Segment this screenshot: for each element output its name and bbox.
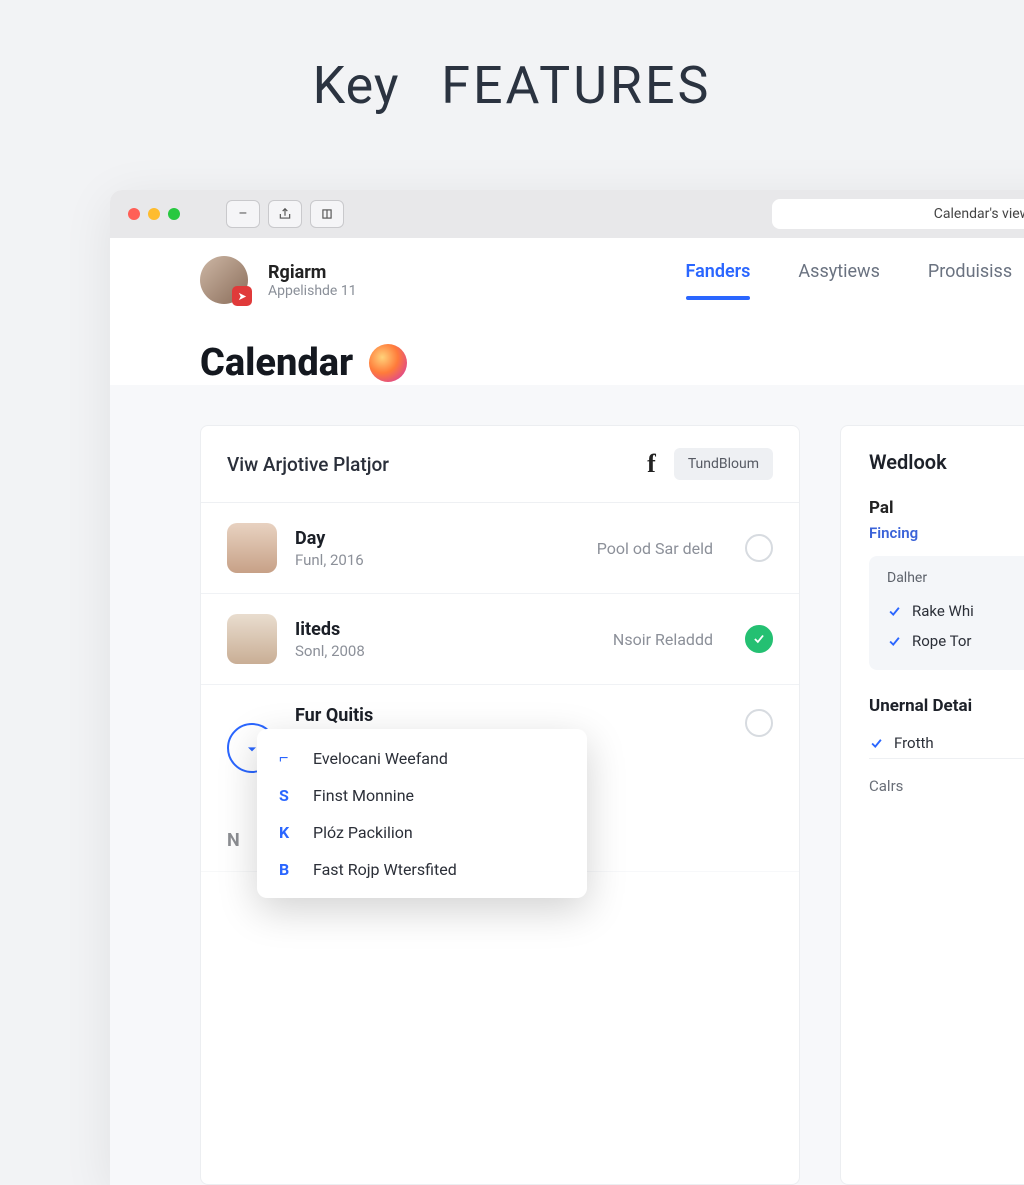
dropdown-label: Finst Monnine (313, 786, 414, 805)
row-checkbox[interactable] (745, 709, 773, 737)
chrome-share-button[interactable] (268, 200, 302, 228)
row-title: Fur Quitis (295, 705, 727, 726)
side-check-item[interactable]: Rake Whi (887, 596, 1024, 626)
content-area: Viw Arjotive Platjor f TundBloum Day Fun… (110, 385, 1024, 1185)
facebook-icon[interactable]: f (647, 449, 656, 479)
app-topbar: Rgiarm Appelishde 11 Fanders Assytiews P… (110, 238, 1024, 305)
address-text: Calendar's view (934, 206, 1024, 222)
window-chrome: – Calendar's view (110, 190, 1024, 238)
chrome-collapse-button[interactable]: – (226, 200, 260, 228)
zoom-dot[interactable] (168, 208, 180, 220)
main-card-chip[interactable]: TundBloum (674, 448, 773, 480)
dropdown-item[interactable]: ⌐ Evelocani Weefand (257, 739, 587, 777)
row-subtitle: Sonl, 2008 (295, 642, 595, 660)
user-avatar[interactable] (200, 256, 248, 304)
chrome-tabs-button[interactable] (310, 200, 344, 228)
row-checkbox-checked[interactable] (745, 625, 773, 653)
tab-fanders[interactable]: Fanders (686, 261, 751, 300)
tab-produisiss[interactable]: Produisiss (928, 261, 1012, 300)
nav-tabs: Fanders Assytiews Produisiss Ihen tsir'A… (686, 261, 1024, 300)
row-title: Day (295, 528, 579, 549)
address-bar[interactable]: Calendar's view (772, 199, 1024, 229)
dropdown-popover: ⌐ Evelocani Weefand S Finst Monnine K Pl… (257, 729, 587, 898)
side-title: Wedlook (869, 450, 1024, 474)
page-title: Calendar (200, 341, 353, 385)
hero-features: FEATURES (441, 55, 711, 116)
row-title: Iiteds (295, 619, 595, 640)
avatar-badge-icon (232, 286, 252, 306)
check-icon (869, 736, 884, 751)
list-row[interactable]: Fur Quitis And ⌐ Evelocani Weefand S Fin… (201, 685, 799, 810)
page-header: Calendar (110, 305, 1024, 385)
side-check-item[interactable]: Rope Tor (887, 626, 1024, 656)
side-item-label: Frotth (894, 734, 934, 752)
side-section-heading: Unernal Detai (869, 696, 1024, 716)
side-card: Wedlook Pal Fincing Dalher Rake Whi Rope… (840, 425, 1024, 1185)
dropdown-key: ⌐ (279, 748, 297, 768)
hero-key: Key (313, 55, 400, 116)
row-avatar (227, 523, 277, 573)
user-subtitle: Appelishde 11 (268, 283, 357, 299)
main-card-title: Viw Arjotive Platjor (227, 453, 647, 476)
row-info: Pool od Sar deld (597, 539, 713, 558)
side-section-label: Pal (869, 498, 1024, 518)
side-footer: Calrs (869, 758, 1024, 795)
side-check-item[interactable]: Frotth (869, 728, 1024, 758)
row-subtitle: Funl, 2016 (295, 551, 579, 569)
side-box-title: Dalher (887, 570, 1024, 586)
dropdown-label: Evelocani Weefand (313, 749, 448, 768)
dropdown-label: Fast Rojp Wtersfited (313, 860, 457, 879)
tab-assytiews[interactable]: Assytiews (798, 261, 879, 300)
side-item-label: Rake Whi (912, 602, 974, 620)
main-card-header: Viw Arjotive Platjor f TundBloum (201, 426, 799, 503)
side-item-label: Rope Tor (912, 632, 971, 650)
main-card: Viw Arjotive Platjor f TundBloum Day Fun… (200, 425, 800, 1185)
user-block: Rgiarm Appelishde 11 (268, 262, 357, 299)
dropdown-key: K (279, 823, 297, 842)
firefox-icon (369, 344, 407, 382)
dropdown-label: Plóz Packilion (313, 823, 413, 842)
browser-window: – Calendar's view Rgiarm Appelishde 11 F… (110, 190, 1024, 1185)
dropdown-key: B (279, 860, 297, 879)
user-name: Rgiarm (268, 262, 357, 283)
row-info: Nsoir Reladdd (613, 630, 713, 649)
dropdown-key: S (279, 786, 297, 805)
minimize-dot[interactable] (148, 208, 160, 220)
side-section-sub[interactable]: Fincing (869, 524, 1024, 542)
dropdown-item[interactable]: S Finst Monnine (257, 777, 587, 814)
row-checkbox[interactable] (745, 534, 773, 562)
hero-title: Key FEATURES (0, 0, 1024, 161)
close-dot[interactable] (128, 208, 140, 220)
check-icon (887, 604, 902, 619)
dropdown-item[interactable]: B Fast Rojp Wtersfited (257, 851, 587, 888)
row-avatar (227, 614, 277, 664)
side-box: Dalher Rake Whi Rope Tor (869, 556, 1024, 670)
check-icon (887, 634, 902, 649)
dropdown-item[interactable]: K Plóz Packilion (257, 814, 587, 851)
list-row[interactable]: Iiteds Sonl, 2008 Nsoir Reladdd (201, 594, 799, 685)
list-row[interactable]: Day Funl, 2016 Pool od Sar deld (201, 503, 799, 594)
